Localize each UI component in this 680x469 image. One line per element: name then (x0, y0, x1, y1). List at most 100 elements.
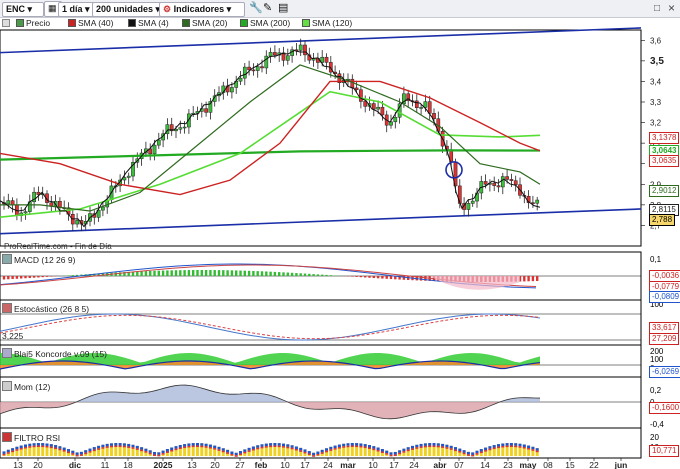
maximize-icon[interactable]: □ (654, 4, 660, 14)
macd-histogram-bar (153, 270, 156, 276)
rsi-bar-red (114, 445, 118, 448)
x-tick-label: may (519, 460, 536, 469)
x-tick-label: feb (255, 460, 268, 469)
legend-item-settings[interactable] (2, 18, 12, 29)
rsi-bar-blue (497, 444, 500, 447)
rsi-bar-blue (393, 451, 397, 455)
rsi-filter-title[interactable]: FILTRO RSI (2, 432, 60, 443)
pencil-icon[interactable]: ✎ (263, 2, 272, 15)
x-tick-label: 17 (300, 460, 310, 469)
stochastic-title[interactable]: Estocástico (26 8 5) (2, 303, 89, 314)
layout-icon[interactable]: ▤ (278, 2, 288, 15)
close-icon[interactable]: × (668, 2, 675, 14)
rsi-bar-blue (355, 443, 359, 446)
rsi-bar-red (49, 446, 53, 449)
interval-dropdown[interactable]: 1 día ▾ (58, 2, 96, 17)
rsi-bar-red (84, 452, 88, 455)
legend-swatch (182, 19, 190, 27)
rsi-bar-red (135, 448, 139, 450)
rsi-bar-red (157, 454, 161, 457)
candle-up (101, 206, 105, 211)
x-tick-label: 10 (280, 460, 290, 469)
rsi-bar-red (41, 445, 45, 448)
candle-up (393, 116, 398, 123)
candle-up (75, 220, 79, 225)
rsi-bar-red (208, 447, 212, 449)
rsi-bar-blue (217, 446, 221, 450)
rsi-bar-red (187, 445, 191, 448)
rsi-bar-red (423, 445, 427, 448)
rsi-bar-red (380, 451, 384, 453)
candle-down (505, 176, 509, 180)
macd-tick-label: 0,1 (650, 255, 662, 264)
legend-swatch (16, 19, 24, 27)
rsi-bar-blue (49, 444, 53, 447)
candle-down (492, 182, 497, 186)
momentum-title[interactable]: Mom (12) (2, 381, 50, 392)
rsi-bar-red (221, 450, 225, 453)
legend-item-sma40[interactable]: SMA (40) (68, 18, 113, 29)
rsi-bar-red (372, 448, 376, 451)
legend-item-precio[interactable]: Precio (16, 18, 50, 29)
rsi-bar-red (144, 451, 148, 453)
macd-histogram-bar (312, 274, 315, 276)
legend-item-sma200[interactable]: SMA (200) (240, 18, 290, 29)
rsi-bar-blue (15, 446, 19, 450)
macd-histogram-bar (170, 270, 173, 276)
rsi-bar-red (329, 449, 333, 451)
rsi-bar-blue (178, 444, 182, 448)
legend-item-sma4[interactable]: SMA (4) (128, 18, 169, 29)
rsi-bar-red (118, 445, 122, 448)
units-dropdown[interactable]: 200 unidades ▾ (92, 2, 162, 17)
rsi-bar-red (522, 446, 526, 449)
rsi-bar-red (320, 452, 324, 454)
macd-title-text: MACD (12 26 9) (14, 255, 76, 265)
rsi-bar-red (509, 445, 513, 448)
legend-item-sma120[interactable]: SMA (120) (302, 18, 352, 29)
rsi-bar-red (393, 454, 397, 456)
rsi-bar-red (200, 445, 204, 448)
rsi-bar-blue (273, 443, 277, 446)
rsi-bar-red (325, 450, 328, 453)
rsi-bar-blue (527, 445, 531, 449)
macd-histogram-bar (299, 273, 302, 276)
koncorde-tick-label: 100 (650, 355, 664, 364)
koncorde-title[interactable]: Blai5 Koncorde v.09 (15) (2, 348, 107, 359)
rsi-bar-blue (256, 445, 260, 448)
x-tick-label: 10 (368, 460, 378, 469)
macd-title[interactable]: MACD (12 26 9) (2, 254, 75, 265)
wrench-icon[interactable]: 🔧 (249, 2, 263, 15)
rsi-tick-label: 20 (650, 433, 659, 442)
macd-histogram-bar (230, 270, 234, 276)
candle-up (423, 101, 428, 108)
rsi-bar-red (436, 445, 440, 448)
macd-histogram-bar (50, 276, 53, 277)
candle-up (238, 77, 243, 82)
mom-tick-label: 0,2 (650, 386, 662, 395)
candle-up (255, 66, 260, 71)
rsi-bar-blue (153, 451, 156, 455)
mom-value: -0,1600 (649, 402, 680, 414)
rsi-bar-blue (127, 443, 131, 447)
symbol-selector[interactable]: ENC ▾ (2, 2, 44, 17)
y-tick-label: 3,6 (650, 36, 662, 45)
rsi-bar-blue (303, 449, 307, 452)
rsi-bar-blue (342, 443, 346, 447)
candle-up (419, 107, 423, 109)
rsi-bar-blue (432, 443, 436, 446)
macd-histogram-bar (376, 276, 380, 279)
rsi-bar-blue (41, 443, 45, 446)
rsi-bar-blue (204, 443, 208, 447)
indicators-button[interactable]: ⚙ Indicadores ▾ (159, 2, 245, 17)
rsi-bar-red (213, 448, 217, 450)
rsi-bar-red (79, 454, 83, 456)
legend-label: Precio (26, 18, 51, 28)
macd-histogram-bar (239, 270, 242, 276)
candle-down (363, 101, 368, 107)
rsi-bar-blue (157, 452, 161, 455)
rsi-bar-blue (423, 443, 427, 446)
macd-histogram-bar (527, 276, 530, 282)
legend-item-sma20[interactable]: SMA (20) (182, 18, 227, 29)
candle-up (122, 177, 127, 181)
rsi-bar-blue (101, 444, 105, 448)
